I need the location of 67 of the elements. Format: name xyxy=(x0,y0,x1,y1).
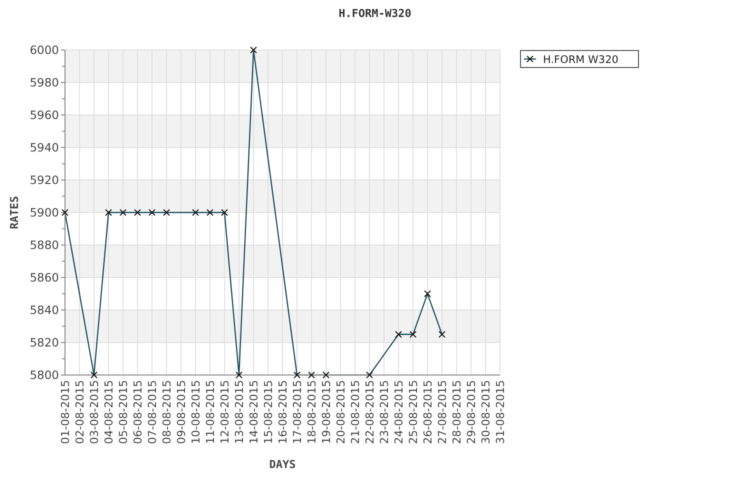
x-tick-label: 24-08-2015 xyxy=(392,380,406,444)
x-tick-label: 13-08-2015 xyxy=(233,380,246,444)
y-tick-label: 5940 xyxy=(30,140,59,154)
data-marker xyxy=(192,209,199,216)
x-axis-label: DAYS xyxy=(269,458,296,471)
data-marker xyxy=(236,372,242,378)
y-tick-label: 5980 xyxy=(30,76,59,90)
x-tick-label: 28-08-2015 xyxy=(450,380,464,444)
data-marker xyxy=(105,209,112,216)
y-tick-label: 5960 xyxy=(30,108,59,122)
x-tick-label: 27-08-2015 xyxy=(436,380,449,444)
data-marker xyxy=(438,330,446,338)
x-tick-label: 14-08-2015 xyxy=(248,380,260,444)
x-tick-label: 26-08-2015 xyxy=(422,380,434,444)
data-marker xyxy=(120,209,126,216)
y-tick-label: 5860 xyxy=(30,270,59,284)
x-tick-label: 22-08-2015 xyxy=(364,380,376,444)
data-marker xyxy=(366,372,373,378)
y-tick-label: 5820 xyxy=(30,336,59,350)
x-tick-label: 04-08-2015 xyxy=(102,380,116,444)
data-marker xyxy=(250,46,257,54)
data-marker xyxy=(221,209,228,216)
data-marker xyxy=(163,209,170,216)
x-tick-label: 21-08-2015 xyxy=(349,380,362,444)
x-tick-label: 29-08-2015 xyxy=(465,380,478,444)
x-tick-label: 02-08-2015 xyxy=(74,380,86,444)
data-marker xyxy=(134,209,141,216)
x-tick-label: 16-08-2015 xyxy=(276,380,290,444)
x-tick-label: 25-08-2015 xyxy=(407,380,420,444)
x-tick-label: 23-08-2015 xyxy=(378,380,391,444)
x-tick-label: 09-08-2015 xyxy=(175,380,188,444)
data-marker xyxy=(148,209,156,216)
legend-marker-icon xyxy=(524,56,536,62)
x-tick-label: 10-08-2015 xyxy=(190,380,202,444)
y-tick-label: 5840 xyxy=(30,303,59,317)
data-marker xyxy=(90,372,98,378)
y-tick-label: 6000 xyxy=(30,43,59,57)
data-marker xyxy=(395,330,402,338)
x-tick-label: 06-08-2015 xyxy=(132,380,144,444)
y-axis-label: RATES xyxy=(8,196,21,230)
data-marker xyxy=(322,372,330,378)
x-tick-label: 07-08-2015 xyxy=(146,380,159,444)
legend-label: H.FORM W320 xyxy=(543,54,618,66)
y-tick-label: 5800 xyxy=(30,368,59,382)
x-tick-label: 11-08-2015 xyxy=(204,380,217,444)
y-tick-label: 5920 xyxy=(30,173,59,187)
x-tick-label: 19-08-2015 xyxy=(320,380,333,444)
x-tick-label: 05-08-2015 xyxy=(117,380,130,444)
x-tick-label: 17-08-2015 xyxy=(291,380,304,444)
x-tick-label: 08-08-2015 xyxy=(160,380,174,444)
data-marker xyxy=(294,372,300,378)
data-marker xyxy=(410,330,416,338)
data-marker xyxy=(62,209,68,216)
x-tick-label: 30-08-2015 xyxy=(480,380,492,444)
y-tick-label: 5900 xyxy=(30,206,59,220)
x-tick-label: 12-08-2015 xyxy=(218,380,232,444)
x-tick-label: 31-08-2015 xyxy=(494,380,507,444)
x-tick-label: 15-08-2015 xyxy=(262,380,275,444)
data-marker xyxy=(308,372,315,378)
data-marker xyxy=(206,209,214,216)
x-tick-label: 01-08-2015 xyxy=(59,380,72,444)
x-tick-label: 03-08-2015 xyxy=(88,380,101,444)
y-tick-label: 5880 xyxy=(30,238,59,252)
x-tick-label: 20-08-2015 xyxy=(334,380,348,444)
x-tick-label: 18-08-2015 xyxy=(306,380,318,444)
data-marker xyxy=(424,290,431,298)
chart-title: H.FORM-W320 xyxy=(338,7,412,20)
